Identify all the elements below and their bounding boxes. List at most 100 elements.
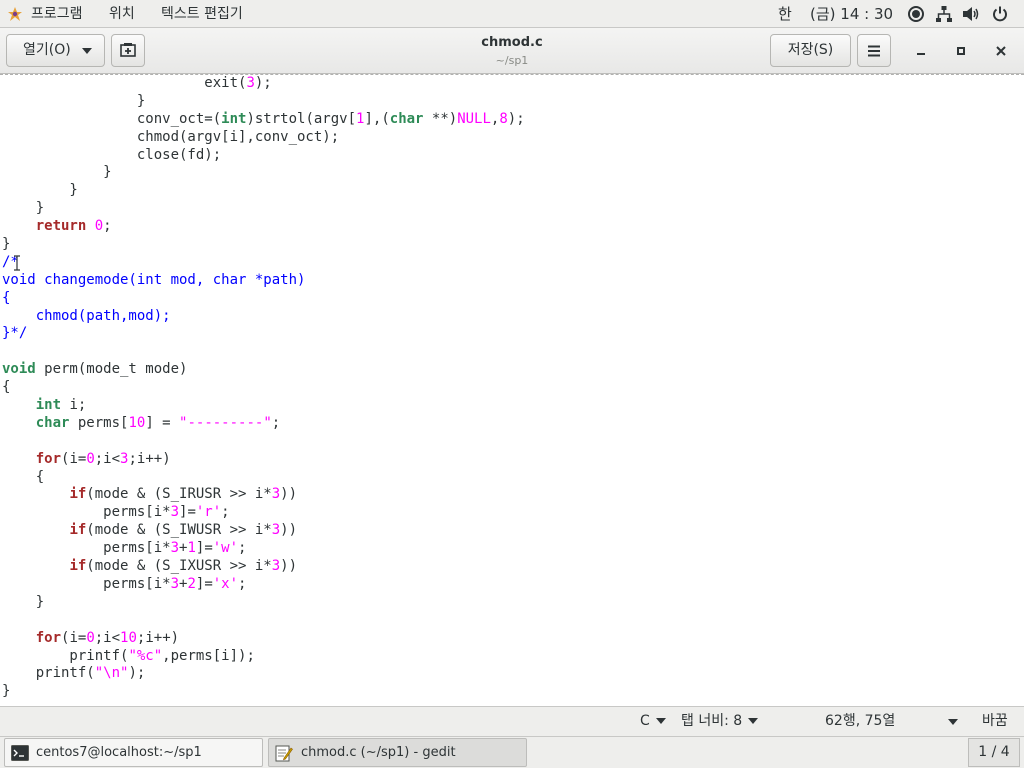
code-token: ;i<: [94, 450, 121, 467]
cursor-position-label: 62행, 75열: [825, 713, 896, 729]
code-token: if: [69, 522, 87, 539]
clock[interactable]: (금) 14 : 30: [810, 0, 893, 28]
maximize-icon[interactable]: [949, 39, 973, 63]
code-token: close(fd);: [2, 146, 222, 163]
code-token: }: [2, 164, 112, 181]
code-token: (mode & (S_IRUSR >> i*: [86, 486, 272, 503]
code-line[interactable]: }: [2, 236, 525, 254]
code-line[interactable]: if(mode & (S_IRUSR >> i*3)): [2, 486, 525, 504]
code-line[interactable]: chmod(path,mod);: [2, 308, 525, 326]
apps-icon[interactable]: [8, 7, 22, 21]
code-token: );: [507, 110, 525, 127]
tab-width-selector[interactable]: 탭 너비: 8: [681, 707, 759, 737]
code-token: (mode & (S_IWUSR >> i*: [86, 522, 272, 539]
open-button[interactable]: 열기(O): [6, 34, 105, 67]
code-line[interactable]: {: [2, 290, 525, 308]
code-line[interactable]: close(fd);: [2, 147, 525, 165]
cursor-position-selector[interactable]: 62행, 75열: [825, 707, 958, 737]
code-token: ;: [271, 414, 281, 431]
code-token: 3: [170, 504, 180, 521]
code-line[interactable]: }: [2, 200, 525, 218]
code-line[interactable]: if(mode & (S_IWUSR >> i*3)): [2, 522, 525, 540]
apps-menu[interactable]: 프로그램: [31, 0, 83, 28]
code-line[interactable]: [2, 433, 525, 451]
code-line[interactable]: perms[i*3+1]='w';: [2, 540, 525, 558]
code-line[interactable]: {: [2, 379, 525, 397]
task-gedit[interactable]: chmod.c (~/sp1) - gedit: [268, 738, 527, 767]
code-line[interactable]: int i;: [2, 397, 525, 415]
code-token: 2: [187, 575, 196, 592]
code-line[interactable]: perms[i*3]='r';: [2, 504, 525, 522]
code-token: )): [280, 522, 298, 539]
code-line[interactable]: [2, 343, 525, 361]
code-token: );: [128, 665, 146, 682]
hamburger-menu-button[interactable]: [857, 34, 891, 67]
code-token: perms[i*: [2, 504, 171, 521]
minimize-icon[interactable]: [909, 39, 933, 63]
new-tab-button[interactable]: [111, 34, 145, 67]
code-token: }: [2, 200, 45, 217]
code-line[interactable]: }: [2, 182, 525, 200]
code-token: ] =: [145, 414, 180, 431]
document-title: chmod.c: [481, 35, 543, 50]
input-method-indicator[interactable]: 한: [778, 0, 792, 28]
code-line[interactable]: char perms[10] = "---------";: [2, 415, 525, 433]
code-token: 0: [86, 629, 95, 646]
app-menu[interactable]: 텍스트 편집기: [161, 0, 243, 28]
record-icon[interactable]: [907, 5, 925, 23]
close-icon[interactable]: [989, 39, 1013, 63]
places-menu[interactable]: 위치: [109, 0, 135, 28]
code-line[interactable]: }: [2, 683, 525, 701]
code-token: ],(: [364, 110, 390, 127]
save-button[interactable]: 저장(S): [770, 34, 851, 67]
power-icon[interactable]: [991, 5, 1009, 23]
code-line[interactable]: exit(3);: [2, 75, 525, 93]
chevron-down-icon: [948, 719, 958, 725]
code-line[interactable]: for(i=0;i<3;i++): [2, 451, 525, 469]
network-icon[interactable]: [935, 5, 953, 23]
code-line[interactable]: conv_oct=(int)strtol(argv[1],(char **)NU…: [2, 111, 525, 129]
code-line[interactable]: perms[i*3+2]='x';: [2, 576, 525, 594]
volume-icon[interactable]: [962, 5, 980, 23]
code-line[interactable]: if(mode & (S_IXUSR >> i*3)): [2, 558, 525, 576]
header-bar: 열기(O) chmod.c ~/sp1 저장(S): [0, 28, 1024, 74]
task-terminal[interactable]: centos7@localhost:~/sp1: [4, 738, 263, 767]
code-token: if: [69, 558, 87, 575]
code-line[interactable]: for(i=0;i<10;i++): [2, 630, 525, 648]
code-line[interactable]: printf("\n");: [2, 665, 525, 683]
code-line[interactable]: }: [2, 93, 525, 111]
code-line[interactable]: }*/: [2, 325, 525, 343]
code-token: int: [221, 110, 247, 127]
code-line[interactable]: void perm(mode_t mode): [2, 361, 525, 379]
code-line[interactable]: /*: [2, 254, 525, 272]
code-token: 'w': [212, 540, 239, 557]
insert-mode-indicator[interactable]: 바꿈: [982, 707, 1008, 737]
code-token: perms[: [69, 414, 129, 431]
code-token: )): [280, 558, 298, 575]
code-token: chmod(argv[i],conv_oct);: [2, 128, 340, 145]
code-view[interactable]: exit(3); } conv_oct=(int)strtol(argv[1],…: [2, 75, 525, 701]
code-line[interactable]: {: [2, 469, 525, 487]
code-line[interactable]: }: [2, 594, 525, 612]
code-line[interactable]: }: [2, 164, 525, 182]
code-line[interactable]: chmod(argv[i],conv_oct);: [2, 129, 525, 147]
code-line[interactable]: void changemode(int mod, char *path): [2, 272, 525, 290]
task-gedit-label: chmod.c (~/sp1) - gedit: [301, 745, 456, 760]
language-selector[interactable]: C: [640, 707, 666, 737]
task-terminal-label: centos7@localhost:~/sp1: [36, 745, 202, 760]
code-line[interactable]: [2, 612, 525, 630]
code-token: "\n": [94, 665, 129, 682]
code-token: (i=: [61, 450, 87, 467]
workspace-indicator[interactable]: 1 / 4: [968, 738, 1020, 767]
code-line[interactable]: return 0;: [2, 218, 525, 236]
code-editor[interactable]: exit(3); } conv_oct=(int)strtol(argv[1],…: [0, 74, 1024, 706]
code-line[interactable]: printf("%c",perms[i]);: [2, 648, 525, 666]
new-tab-icon: [120, 43, 136, 57]
code-token: **): [423, 110, 458, 127]
chevron-down-icon: [82, 48, 92, 54]
